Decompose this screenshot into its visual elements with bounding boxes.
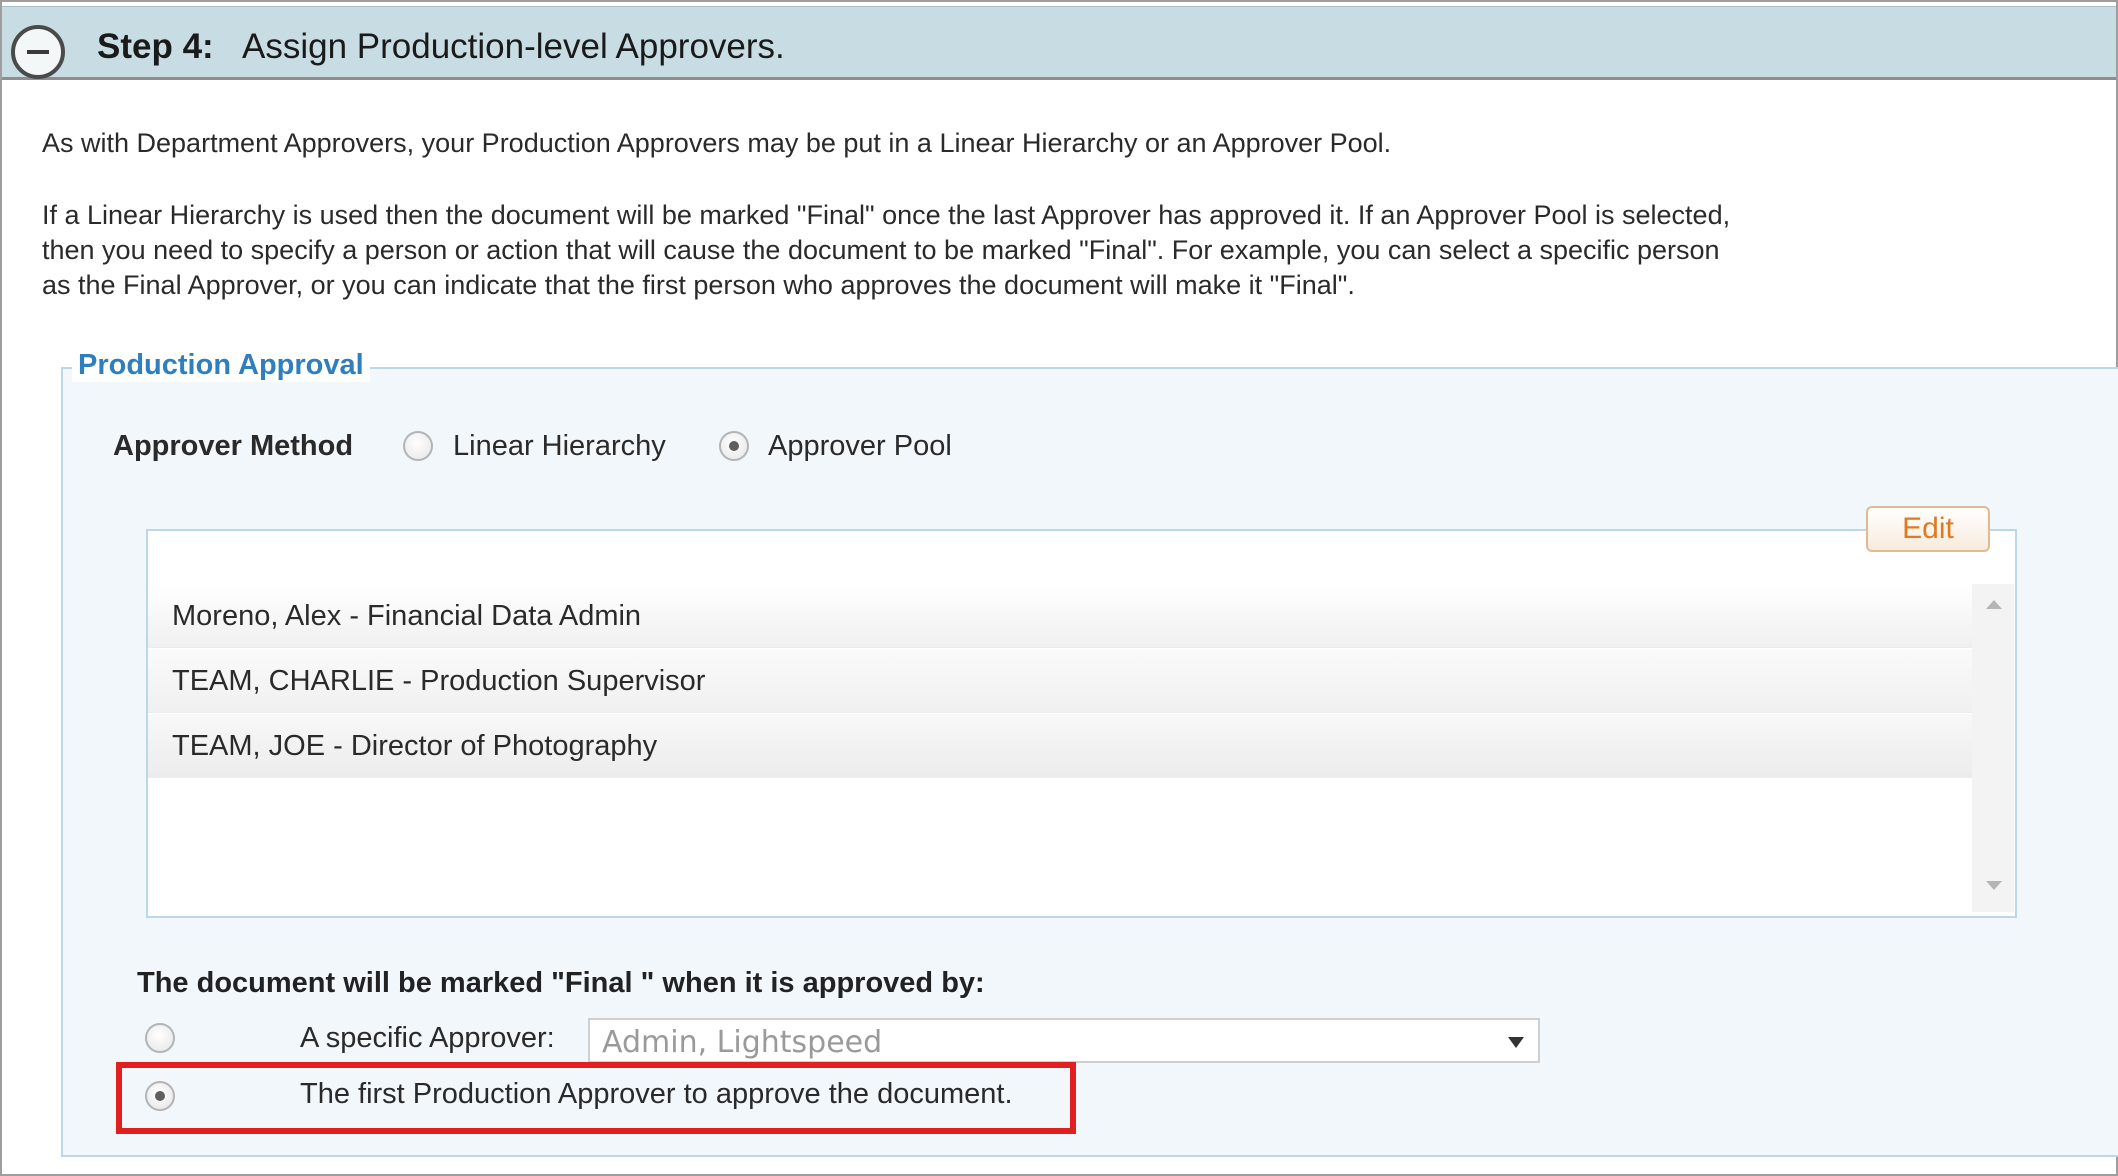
step-header[interactable]: Step 4: Assign Production-level Approver… (2, 6, 2116, 80)
specific-approver-value: Admin, Lightspeed (602, 1025, 883, 1060)
linear-hierarchy-label[interactable]: Linear Hierarchy (453, 430, 666, 463)
approver-list-item[interactable]: TEAM, CHARLIE - Production Supervisor (148, 649, 1972, 713)
intro-line: then you need to specify a person or act… (42, 235, 1720, 265)
edit-button[interactable]: Edit (1866, 506, 1990, 552)
scroll-up-arrow-icon[interactable] (1986, 600, 2002, 609)
list-scrollbar[interactable] (1972, 584, 2014, 912)
linear-hierarchy-radio[interactable] (403, 431, 433, 461)
intro-paragraph-1: As with Department Approvers, your Produ… (42, 126, 1391, 161)
specific-approver-label: A specific Approver: (300, 1022, 555, 1054)
first-approver-radio[interactable] (145, 1081, 175, 1111)
step-title: Assign Production-level Approvers. (242, 27, 785, 66)
final-approval-label: The document will be marked "Final " whe… (137, 967, 985, 999)
intro-line: as the Final Approver, or you can indica… (42, 270, 1355, 300)
approver-pool-label[interactable]: Approver Pool (768, 430, 952, 463)
specific-approver-radio[interactable] (145, 1023, 175, 1053)
dropdown-arrow-icon (1508, 1037, 1524, 1048)
approver-method-label: Approver Method (113, 430, 354, 462)
approver-pool-radio[interactable] (719, 431, 749, 461)
collapse-icon[interactable] (11, 25, 65, 79)
production-approval-legend: Production Approval (72, 349, 370, 382)
step-label: Step 4: (97, 27, 214, 66)
scroll-down-arrow-icon[interactable] (1986, 881, 2002, 890)
intro-line: If a Linear Hierarchy is used then the d… (42, 200, 1731, 230)
first-approver-label[interactable]: The first Production Approver to approve… (300, 1078, 1013, 1111)
approver-list-item[interactable]: Moreno, Alex - Financial Data Admin (148, 584, 1972, 648)
intro-line: As with Department Approvers, your Produ… (42, 128, 1392, 158)
intro-paragraph-2: If a Linear Hierarchy is used then the d… (42, 198, 1730, 303)
specific-approver-select[interactable]: Admin, Lightspeed (588, 1018, 1540, 1063)
approver-list-item[interactable]: TEAM, JOE - Director of Photography (148, 714, 1972, 778)
